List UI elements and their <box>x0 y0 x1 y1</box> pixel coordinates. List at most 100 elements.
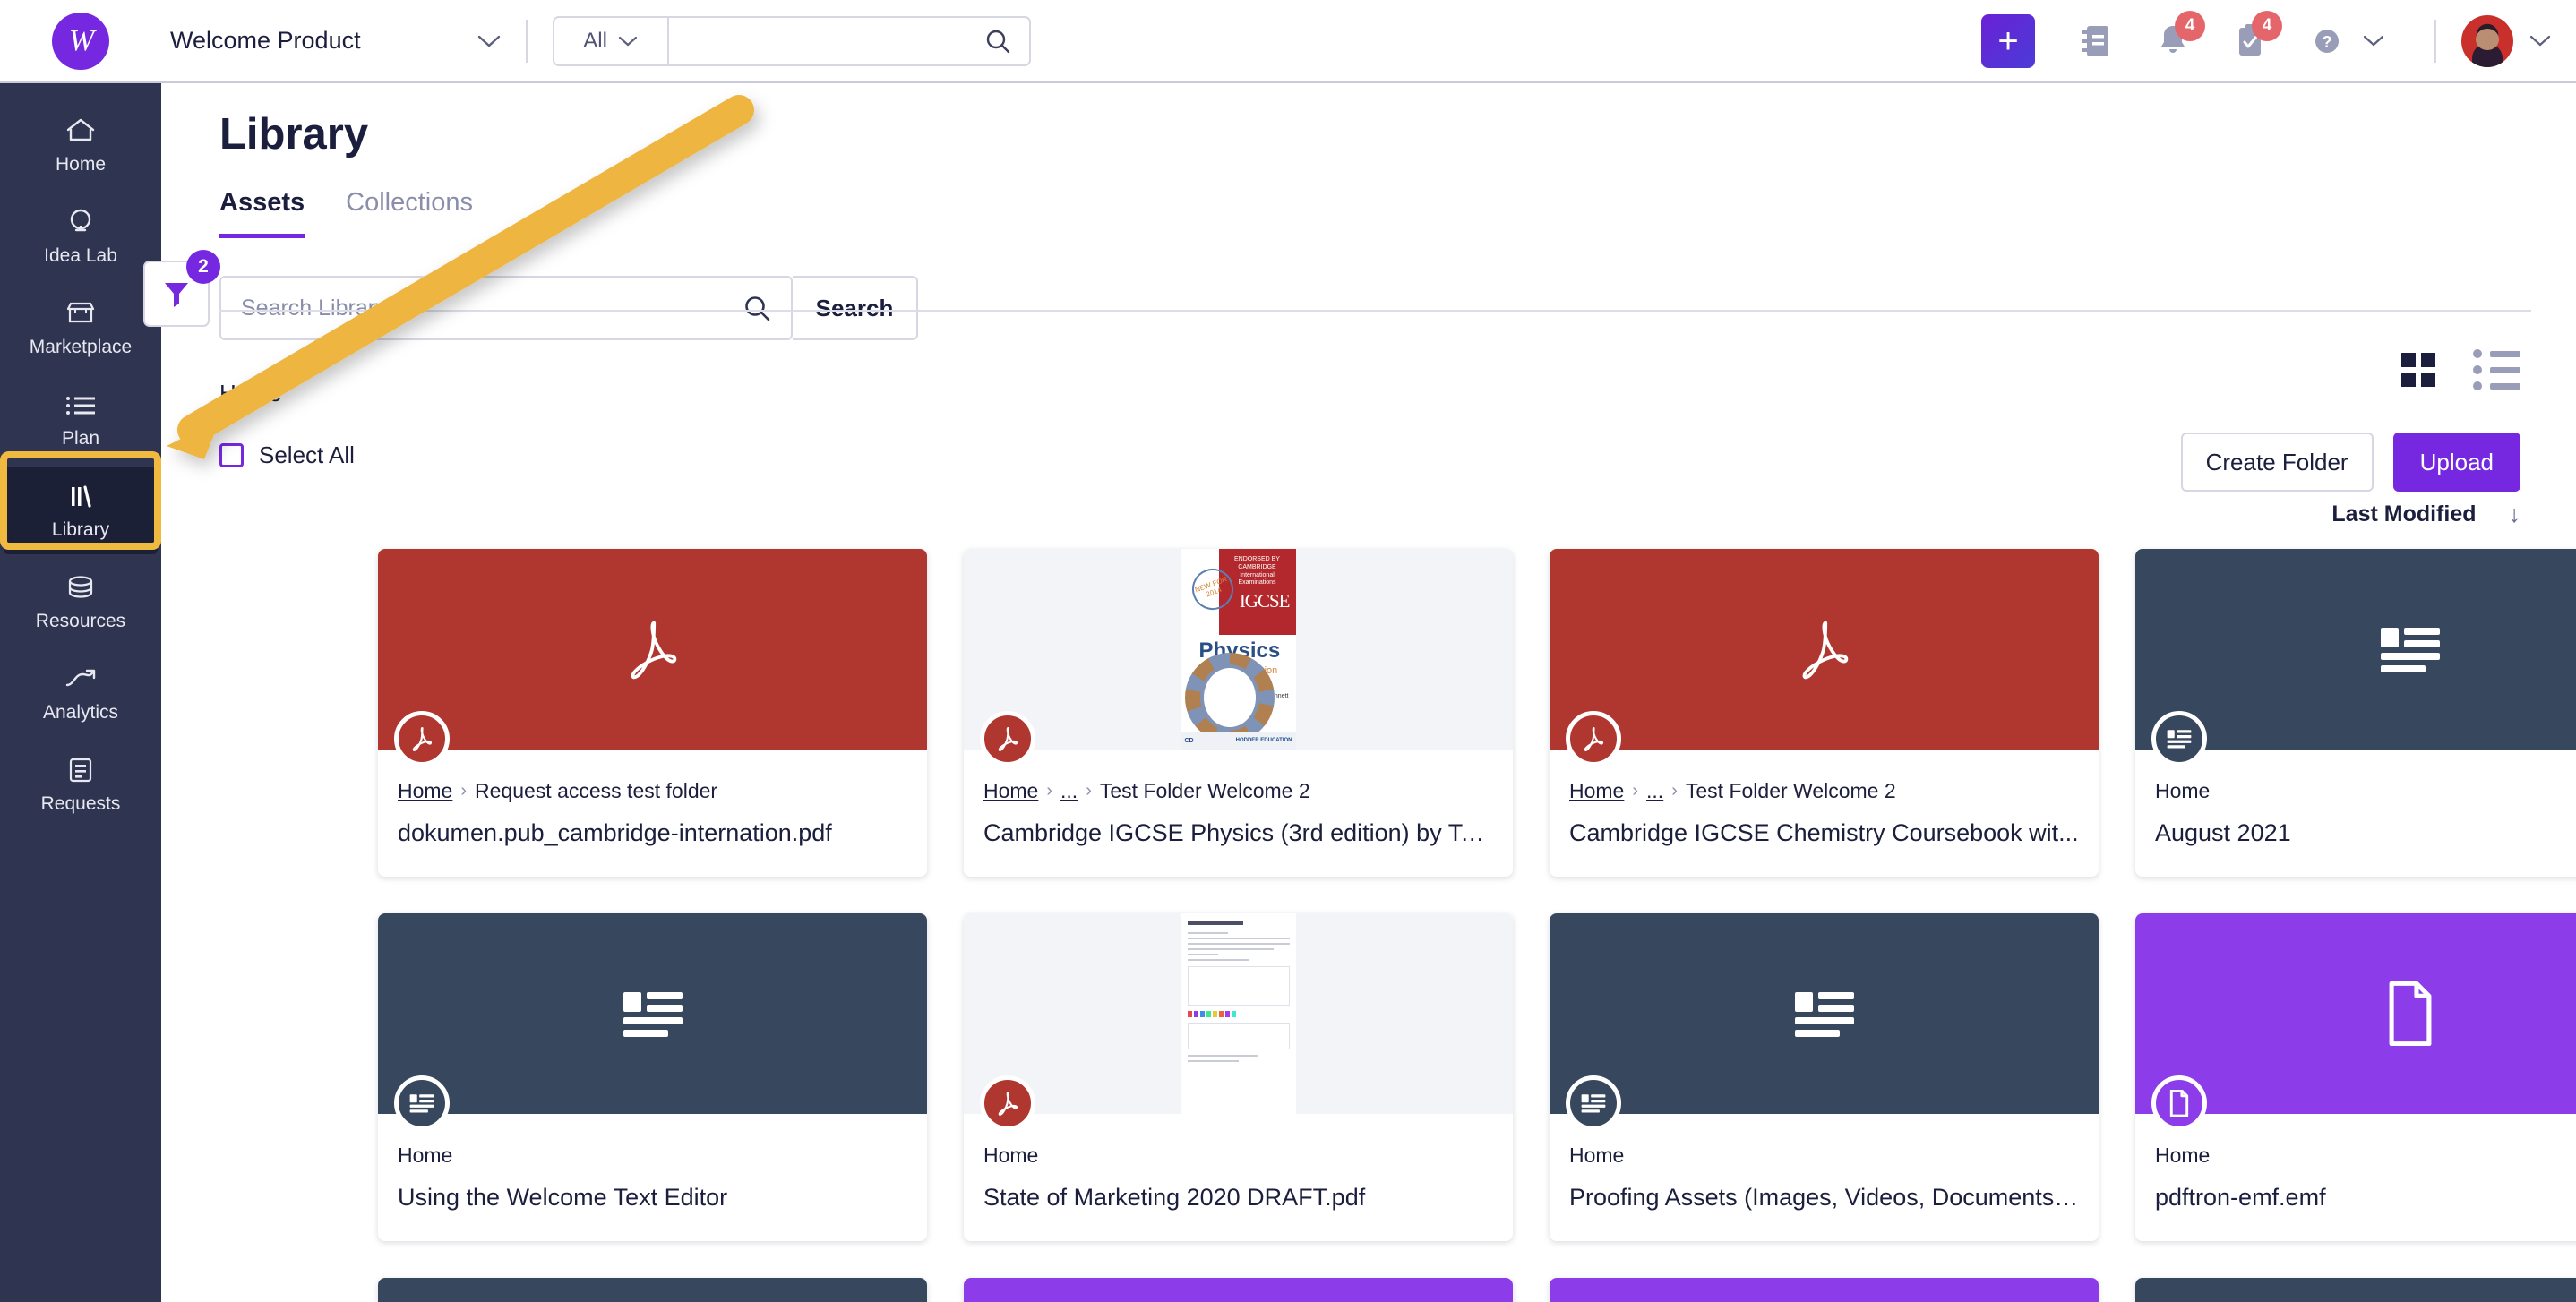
grid-view-icon[interactable] <box>2401 353 2435 387</box>
view-toggles <box>2401 349 2520 390</box>
sidebar-item-label: Library <box>51 518 110 540</box>
sort-control[interactable]: Last Modified ↓ <box>2331 501 2520 528</box>
text-document-icon <box>2167 730 2192 749</box>
asset-card[interactable] <box>964 1278 1513 1302</box>
asset-thumbnail <box>2135 913 2576 1114</box>
breadcrumb-current: Request access test folder <box>475 779 718 802</box>
list-icon <box>65 390 96 420</box>
asset-type-badge <box>1566 711 1621 767</box>
asset-card[interactable]: ENDORSED BY CAMBRIDGE International Exam… <box>964 549 1513 877</box>
sidebar-item-library[interactable]: Library <box>0 465 161 556</box>
sidebar-item-resources[interactable]: Resources <box>0 556 161 647</box>
sidebar-item-label: Analytics <box>42 701 119 723</box>
search-icon[interactable] <box>984 28 1029 55</box>
filter-button[interactable]: 2 <box>143 250 220 327</box>
asset-card[interactable]: Home August 2021 <box>2135 549 2576 877</box>
page-title: Library <box>219 110 369 158</box>
asset-grid: Home › Request access test folder dokume… <box>378 549 2576 1302</box>
tabs-divider <box>219 310 2531 312</box>
asset-card[interactable]: Home pdftron-emf.emf <box>2135 913 2576 1241</box>
breadcrumb-link[interactable]: Home <box>983 779 1038 803</box>
asset-thumbnail <box>2135 549 2576 750</box>
notifications-bell-icon[interactable]: 4 <box>2155 10 2205 63</box>
breadcrumb-current: Home <box>2155 1144 2211 1167</box>
asset-title: Proofing Assets (Images, Videos, Documen… <box>1569 1184 2079 1211</box>
breadcrumb-current: Home <box>398 1144 453 1167</box>
breadcrumb-link[interactable]: Home <box>1569 779 1624 803</box>
asset-title: Cambridge IGCSE Physics (3rd edition) by… <box>983 819 1493 846</box>
search-input[interactable] <box>221 295 743 321</box>
tab-assets[interactable]: Assets <box>219 188 305 238</box>
asset-card[interactable]: Home › Request access test folder dokume… <box>378 549 927 877</box>
search-button[interactable]: Search <box>793 276 918 340</box>
chevron-down-icon[interactable] <box>2529 34 2551 47</box>
header-divider <box>525 19 528 63</box>
avatar[interactable] <box>2461 14 2513 67</box>
sort-direction-icon[interactable]: ↓ <box>2509 501 2521 528</box>
text-document-icon <box>1794 992 1854 1037</box>
breadcrumb-link[interactable]: Home <box>398 779 452 803</box>
books-icon <box>65 481 96 511</box>
asset-card[interactable]: Home State of Marketing 2020 DRAFT.pdf <box>964 913 1513 1241</box>
global-search[interactable]: All <box>552 15 1031 66</box>
tasks-clipboard-icon[interactable]: 4 <box>2232 10 2282 63</box>
asset-breadcrumb: Home <box>398 1114 907 1168</box>
tab-collections[interactable]: Collections <box>346 188 473 238</box>
blank-file-icon <box>2389 981 2431 1046</box>
breadcrumb-ellipsis[interactable]: ... <box>1060 779 1078 803</box>
cover-exam: IGCSE <box>1239 590 1291 612</box>
global-search-scope[interactable]: All <box>554 17 669 64</box>
sidebar-item-plan[interactable]: Plan <box>0 373 161 465</box>
asset-card[interactable] <box>2135 1278 2576 1302</box>
asset-card[interactable]: Home Proofing Assets (Images, Videos, Do… <box>1550 913 2099 1241</box>
top-bar: W Welcome Product All + 4 4 ? <box>0 0 2576 83</box>
database-icon <box>65 572 96 603</box>
asset-card[interactable]: Home › ... › Test Folder Welcome 2 Cambr… <box>1550 549 2099 877</box>
breadcrumb-current: Test Folder Welcome 2 <box>1099 779 1310 802</box>
upload-button[interactable]: Upload <box>2392 433 2520 492</box>
search-library-field[interactable] <box>219 276 793 340</box>
workspace-selector[interactable]: Welcome Product <box>161 27 501 55</box>
sidebar-item-home[interactable]: Home <box>0 99 161 191</box>
document-preview-thumbnail <box>1181 913 1296 1114</box>
sidebar: Home Idea Lab Marketplace Plan Library R… <box>0 83 161 1302</box>
breadcrumb[interactable]: Home <box>219 380 2576 407</box>
tasks-badge: 4 <box>2252 10 2282 41</box>
asset-card-body: Home Using the Welcome Text Editor <box>378 1075 927 1241</box>
chevron-right-icon: › <box>1632 781 1639 801</box>
create-button[interactable]: + <box>1981 13 2035 68</box>
asset-card[interactable]: Home Using the Welcome Text Editor <box>378 913 927 1241</box>
asset-type-badge <box>2151 711 2207 767</box>
asset-thumbnail <box>1550 549 2099 750</box>
asset-breadcrumb: Home › ... › Test Folder Welcome 2 <box>1569 750 2079 803</box>
sidebar-item-idea-lab[interactable]: Idea Lab <box>0 191 161 282</box>
breadcrumb-ellipsis[interactable]: ... <box>1646 779 1663 803</box>
app-logo[interactable]: W <box>0 12 161 70</box>
global-search-input[interactable] <box>668 17 984 64</box>
chevron-down-icon[interactable] <box>2363 34 2384 47</box>
text-document-icon <box>623 992 683 1037</box>
asset-thumbnail <box>378 913 927 1114</box>
header-actions: + 4 4 ? <box>1981 10 2576 68</box>
sidebar-item-requests[interactable]: Requests <box>0 739 161 830</box>
sidebar-item-label: Home <box>55 153 107 175</box>
blank-file-icon <box>2169 1090 2189 1117</box>
pdf-icon <box>1802 621 1848 680</box>
search-icon[interactable] <box>743 294 791 322</box>
asset-title: dokumen.pub_cambridge-internation.pdf <box>398 819 832 846</box>
cover-publisher: ENDORSED BY CAMBRIDGE International Exam… <box>1234 556 1280 587</box>
select-all-label: Select All <box>259 441 355 468</box>
notebook-icon[interactable] <box>2078 20 2114 63</box>
asset-card[interactable] <box>378 1278 927 1302</box>
breadcrumb-current: Home <box>1569 1144 1625 1167</box>
sidebar-item-analytics[interactable]: Analytics <box>0 647 161 739</box>
asset-thumbnail <box>2135 1278 2576 1302</box>
help-icon[interactable]: ? <box>2309 20 2345 63</box>
asset-card[interactable] <box>1550 1278 2099 1302</box>
global-search-scope-label: All <box>583 28 607 53</box>
select-all-checkbox[interactable] <box>219 443 244 467</box>
asset-title: August 2021 <box>2155 819 2291 846</box>
create-folder-button[interactable]: Create Folder <box>2180 433 2374 492</box>
list-view-icon[interactable] <box>2473 349 2520 390</box>
sidebar-item-marketplace[interactable]: Marketplace <box>0 282 161 373</box>
